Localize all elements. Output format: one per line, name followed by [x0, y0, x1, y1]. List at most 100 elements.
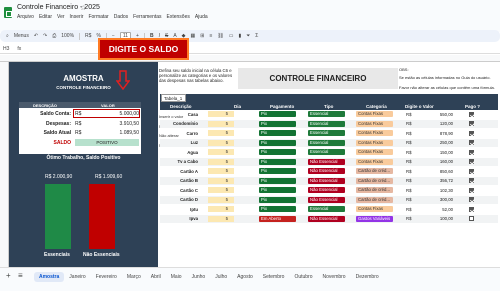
- row-payment-chip[interactable]: Em Aberto: [259, 215, 296, 222]
- star-icon[interactable]: ☆: [80, 4, 86, 12]
- row-value[interactable]: 250,00: [415, 140, 453, 145]
- row-type-chip[interactable]: Essencial: [308, 139, 345, 146]
- row-type-chip[interactable]: Não Essencial: [308, 215, 345, 222]
- row-paid-checkbox[interactable]: [469, 187, 474, 193]
- search-menus-icon[interactable]: ⌕: [6, 33, 9, 39]
- sheet-tab[interactable]: Junho: [187, 272, 211, 282]
- row-paid-checkbox[interactable]: [469, 121, 474, 126]
- menu-item[interactable]: Ajuda: [195, 14, 208, 22]
- row-value[interactable]: 160,00: [415, 159, 453, 164]
- menu-item[interactable]: Arquivo: [17, 14, 34, 22]
- row-headers[interactable]: [0, 62, 9, 267]
- row-day[interactable]: 5: [208, 215, 234, 222]
- row-paid-checkbox[interactable]: [469, 149, 474, 155]
- borders-icon[interactable]: ▦: [191, 33, 196, 39]
- menu-item[interactable]: Ferramentas: [133, 14, 161, 22]
- row-payment-chip[interactable]: Pix: [259, 177, 296, 184]
- row-type-chip[interactable]: Essencial: [308, 111, 345, 117]
- row-value[interactable]: 878,90: [415, 131, 453, 136]
- row-description[interactable]: Cartão B: [160, 178, 198, 183]
- functions-icon[interactable]: Σ: [255, 33, 258, 39]
- row-value[interactable]: 100,00: [415, 216, 453, 221]
- row-category-chip[interactable]: Cartão de créd...: [356, 177, 393, 184]
- zoom-select[interactable]: 100%: [61, 33, 74, 39]
- row-description[interactable]: Cartão D: [160, 197, 198, 202]
- row-payment-chip[interactable]: Pix: [259, 206, 296, 212]
- row-type-chip[interactable]: Não Essencial: [308, 196, 345, 203]
- row-description[interactable]: Ipva: [160, 216, 198, 221]
- row-description[interactable]: Casa: [160, 112, 198, 117]
- sheet-tab[interactable]: Março: [122, 272, 146, 282]
- header-pago[interactable]: Pago ?: [465, 104, 480, 109]
- row-paid-checkbox[interactable]: [469, 206, 474, 212]
- row-value[interactable]: 52,00: [415, 207, 453, 212]
- row-category-chip[interactable]: Cartão de créd...: [356, 196, 393, 203]
- header-dia[interactable]: Dia: [234, 104, 241, 109]
- sheets-logo-icon[interactable]: [4, 7, 12, 18]
- menu-item[interactable]: Ver: [57, 14, 65, 22]
- filter-icon[interactable]: ⏷: [246, 33, 250, 39]
- row-payment-chip[interactable]: Pix: [259, 139, 296, 146]
- row-description[interactable]: Cartão A: [160, 169, 198, 174]
- row-day[interactable]: 5: [208, 196, 234, 203]
- row-paid-checkbox[interactable]: [469, 197, 474, 202]
- row-day[interactable]: 5: [208, 187, 234, 193]
- row-day[interactable]: 5: [208, 158, 234, 165]
- row-category-chip[interactable]: Contas Fixas: [356, 206, 393, 212]
- row-category-chip[interactable]: Gastos Variáveis: [356, 215, 393, 222]
- column-headers[interactable]: [0, 55, 500, 62]
- menu-item[interactable]: Inserir: [70, 14, 84, 22]
- row-category-chip[interactable]: Contas Fixas: [356, 120, 393, 127]
- sheet-tab[interactable]: Janeiro: [64, 272, 90, 282]
- merge-icon[interactable]: ⊞: [200, 33, 204, 39]
- menu-item[interactable]: Extensões: [167, 14, 190, 22]
- row-type-chip[interactable]: Essencial: [308, 206, 345, 212]
- row-category-chip[interactable]: Cartão de créd...: [356, 168, 393, 174]
- row-payment-chip[interactable]: Pix: [259, 120, 296, 127]
- sheet-tab[interactable]: Dezembro: [351, 272, 384, 282]
- row-paid-checkbox[interactable]: [469, 159, 474, 164]
- menus-search[interactable]: Menus: [14, 33, 29, 39]
- redo-icon[interactable]: ↷: [43, 33, 47, 39]
- sheet-tab[interactable]: Outubro: [289, 272, 317, 282]
- row-day[interactable]: 5: [208, 206, 234, 212]
- row-paid-checkbox[interactable]: [469, 178, 474, 183]
- row-type-chip[interactable]: Não Essencial: [308, 177, 345, 184]
- row-type-chip[interactable]: Não Essencial: [308, 168, 345, 174]
- link-icon[interactable]: ⛓: [217, 33, 223, 39]
- row-day[interactable]: 5: [208, 149, 234, 155]
- row-value[interactable]: 300,00: [415, 197, 453, 202]
- sheet-tab[interactable]: Novembro: [318, 272, 351, 282]
- row-day[interactable]: 5: [208, 130, 234, 136]
- row-day[interactable]: 5: [208, 111, 234, 117]
- sheet-tab[interactable]: Maio: [166, 272, 187, 282]
- row-paid-checkbox[interactable]: [469, 111, 474, 117]
- row-description[interactable]: Tv a Cabo: [160, 159, 198, 164]
- sheet-tab[interactable]: Agosto: [232, 272, 258, 282]
- row-description[interactable]: Iptu: [160, 207, 198, 212]
- row-payment-chip[interactable]: Pix: [259, 158, 296, 165]
- align-icon[interactable]: ≡: [209, 33, 212, 39]
- row-value[interactable]: 550,00: [415, 112, 453, 117]
- row-category-chip[interactable]: Cartão de créd...: [356, 187, 393, 193]
- row-day[interactable]: 5: [208, 168, 234, 174]
- row-value[interactable]: 356,72: [415, 178, 453, 183]
- row-description[interactable]: Condomínio: [160, 121, 198, 126]
- add-sheet-icon[interactable]: +: [6, 271, 11, 280]
- menu-item[interactable]: Formatar: [88, 14, 108, 22]
- print-icon[interactable]: ⎙: [52, 33, 56, 39]
- header-valor[interactable]: Digite o Valor: [405, 104, 434, 109]
- table-name-chip[interactable]: Tabela_1: [161, 94, 186, 102]
- sheet-tab[interactable]: Setembro: [258, 272, 290, 282]
- row-type-chip[interactable]: Essencial: [308, 120, 345, 127]
- row-category-chip[interactable]: Contas Fixas: [356, 149, 393, 155]
- row-paid-checkbox[interactable]: [469, 216, 474, 221]
- row-paid-checkbox[interactable]: [469, 140, 474, 145]
- row-category-chip[interactable]: Contas Fixas: [356, 130, 393, 136]
- row-description[interactable]: Agua: [160, 150, 198, 155]
- row-category-chip[interactable]: Contas Fixas: [356, 111, 393, 117]
- comment-icon[interactable]: ▭: [229, 33, 234, 39]
- row-paid-checkbox[interactable]: [469, 168, 474, 174]
- all-sheets-icon[interactable]: ≡: [18, 271, 23, 280]
- row-description[interactable]: Carro: [160, 131, 198, 136]
